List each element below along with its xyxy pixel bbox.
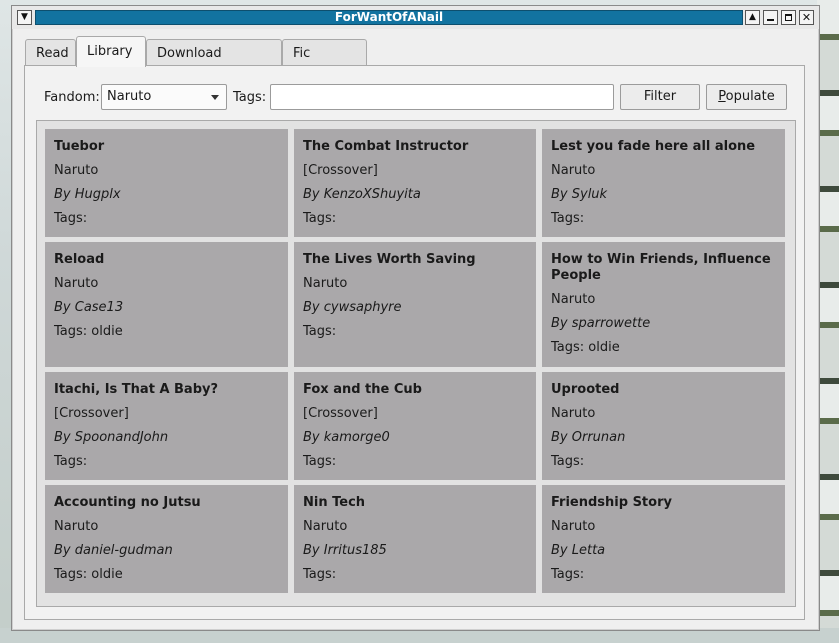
fic-author: By Irritus185 [303,543,387,558]
fic-author: By Syluk [551,187,608,202]
minimize-button[interactable] [763,10,778,25]
library-grid: Tuebor Naruto By Hugplx Tags: The Combat Ins… [36,120,796,607]
window-title: ForWantOfANail [35,10,743,25]
fic-card[interactable]: How to Win Friends, Influence People Naru… [542,242,785,367]
close-icon: ✕ [801,11,812,24]
fic-author: By KenzoXShuyita [303,187,421,202]
fic-fandom: Naruto [54,276,99,291]
fic-author: By daniel-gudman [54,543,173,558]
fic-card[interactable]: Uprooted Naruto By Orrunan Tags: [542,372,785,480]
fic-card[interactable]: Nin Tech Naruto By Irritus185 Tags: [294,485,536,593]
fic-tags: Tags: oldie [54,324,123,339]
fic-title: Itachi, Is That A Baby? [54,382,219,397]
fic-fandom: Naruto [303,276,348,291]
fic-tags: Tags: [54,211,88,226]
fic-fandom: Naruto [551,292,596,307]
fic-fandom: Naruto [551,163,596,178]
tags-input[interactable] [270,84,614,110]
fic-title: Reload [54,252,105,267]
fic-card[interactable]: Friendship Story Naruto By Letta Tags: [542,485,785,593]
fic-card[interactable]: Accounting no Jutsu Naruto By daniel-gudma… [45,485,288,593]
fandom-selected-value: Naruto [107,89,152,104]
fic-author: By sparrowette [551,316,651,331]
maximize-icon [785,14,792,21]
title-bar: ▼ ForWantOfANail ▲ ✕ [12,6,819,29]
shade-button[interactable]: ▲ [745,10,760,25]
fic-tags: Tags: [303,324,337,339]
app-window: ▼ ForWantOfANail ▲ ✕ Read Library Downlo… [11,5,820,631]
fic-fandom: [Crossover] [303,163,378,178]
fic-author: By Hugplx [54,187,121,202]
fandom-dropdown[interactable]: Naruto [101,84,227,110]
chevron-down-icon: ▼ [21,12,28,22]
fic-tags: Tags: [551,454,585,469]
fic-tags: Tags: [551,567,585,582]
populate-button-label: Populate [718,89,775,104]
fic-tags: Tags: [303,211,337,226]
fic-title: How to Win Friends, Influence People [551,252,771,283]
fic-fandom: Naruto [551,406,596,421]
fic-fandom: [Crossover] [54,406,129,421]
fic-title: The Lives Worth Saving [303,252,476,267]
maximize-button[interactable] [781,10,796,25]
fic-title: The Combat Instructor [303,139,469,154]
tags-label: Tags: [233,90,267,105]
fandom-label: Fandom: [44,90,100,105]
fic-card[interactable]: The Combat Instructor [Crossover] By Kenzo… [294,129,536,237]
fic-author: By Orrunan [551,430,626,445]
fic-author: By cywsaphyre [303,300,402,315]
fic-card[interactable]: Reload Naruto By Case13 Tags: oldie [45,242,288,367]
fic-title: Tuebor [54,139,105,154]
fic-tags: Tags: [551,211,585,226]
filter-button[interactable]: Filter [620,84,700,110]
fic-card[interactable]: Itachi, Is That A Baby? [Crossover] By Spo… [45,372,288,480]
fic-tags: Tags: oldie [551,340,620,355]
fic-title: Accounting no Jutsu [54,495,201,510]
close-button[interactable]: ✕ [799,10,814,25]
fic-author: By Letta [551,543,606,558]
minimize-icon [767,19,774,21]
fic-tags: Tags: [303,454,337,469]
fic-tags: Tags: [303,567,337,582]
fic-fandom: [Crossover] [303,406,378,421]
triangle-up-icon: ▲ [749,12,756,22]
fic-tags: Tags: oldie [54,567,123,582]
fic-card[interactable]: Tuebor Naruto By Hugplx Tags: [45,129,288,237]
fic-author: By SpoonandJohn [54,430,169,445]
fic-fandom: Naruto [551,519,596,534]
fic-fandom: Naruto [54,163,99,178]
fic-card[interactable]: The Lives Worth Saving Naruto By cywsaphyr… [294,242,536,367]
tab-read[interactable]: Read [25,39,76,66]
tab-download-manager[interactable]: Download Manager [146,39,282,88]
fic-author: By Case13 [54,300,124,315]
fic-fandom: Naruto [303,519,348,534]
populate-button[interactable]: Populate [706,84,787,110]
fic-title: Fox and the Cub [303,382,422,397]
dropdown-arrow-icon [211,95,219,100]
fic-card[interactable]: Lest you fade here all alone Naruto By Syl… [542,129,785,237]
fic-fandom: Naruto [54,519,99,534]
fic-card[interactable]: Fox and the Cub [Crossover] By kamorge0 Tag… [294,372,536,480]
fic-title: Uprooted [551,382,620,397]
tab-library[interactable]: Library [76,36,146,67]
fic-title: Lest you fade here all alone [551,139,756,154]
window-menu-button[interactable]: ▼ [17,10,32,25]
fic-title: Nin Tech [303,495,366,510]
desktop-wallpaper-edge [817,0,839,643]
fic-author: By kamorge0 [303,430,390,445]
fic-title: Friendship Story [551,495,672,510]
fic-tags: Tags: [54,454,88,469]
tab-fic-details[interactable]: Fic Details [282,39,367,88]
